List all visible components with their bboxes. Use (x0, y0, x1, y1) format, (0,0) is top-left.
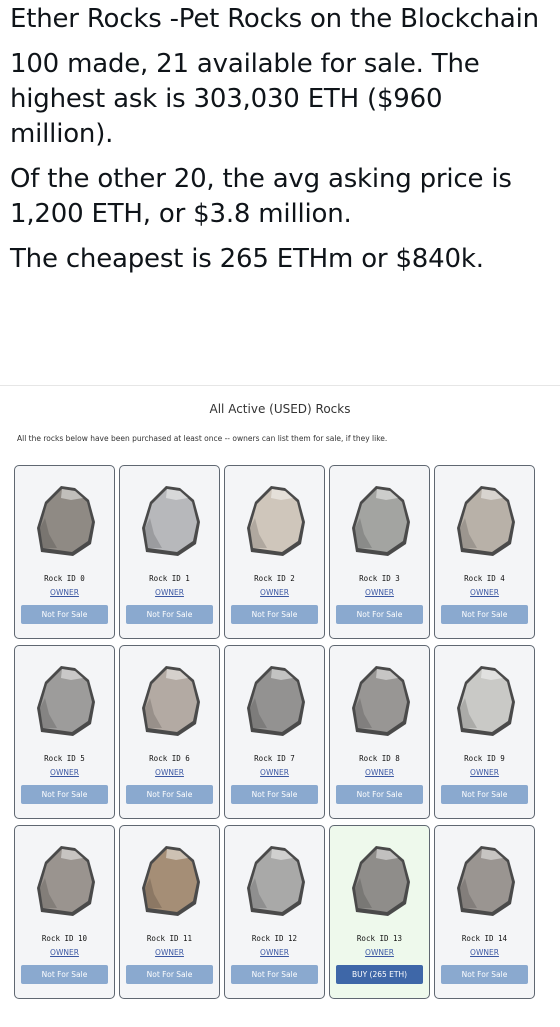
rock-id-label: Rock ID 7 (254, 754, 295, 763)
not-for-sale-button[interactable]: Not For Sale (336, 785, 423, 804)
not-for-sale-button[interactable]: Not For Sale (441, 785, 528, 804)
rock-icon (457, 846, 515, 916)
not-for-sale-button[interactable]: Not For Sale (126, 605, 213, 624)
owner-link[interactable]: OWNER (120, 768, 219, 777)
not-for-sale-button[interactable]: Not For Sale (441, 605, 528, 624)
not-for-sale-button[interactable]: Not For Sale (21, 785, 108, 804)
owner-link[interactable]: OWNER (330, 588, 429, 597)
tweet-body: Ether Rocks -Pet Rocks on the Blockchain… (0, 2, 560, 277)
owner-link[interactable]: OWNER (120, 948, 219, 957)
rock-icon (37, 666, 95, 736)
owner-link[interactable]: OWNER (15, 588, 114, 597)
rock-card[interactable]: Rock ID 12 OWNER Not For Sale (224, 825, 325, 999)
tweet-paragraph-2: Of the other 20, the avg asking price is… (10, 164, 512, 229)
rock-card[interactable]: Rock ID 11 OWNER Not For Sale (119, 825, 220, 999)
rock-card[interactable]: Rock ID 10 OWNER Not For Sale (14, 825, 115, 999)
tweet-paragraph-1: 100 made, 21 available for sale. The hig… (10, 49, 480, 149)
owner-link[interactable]: OWNER (435, 768, 534, 777)
rock-icon (142, 666, 200, 736)
rock-id-label: Rock ID 10 (41, 934, 88, 943)
rocks-page-subtitle: All the rocks below have been purchased … (17, 434, 388, 443)
owner-link[interactable]: OWNER (15, 948, 114, 957)
rock-card[interactable]: Rock ID 9 OWNER Not For Sale (434, 645, 535, 819)
owner-link[interactable]: OWNER (225, 948, 324, 957)
rock-card[interactable]: Rock ID 14 OWNER Not For Sale (434, 825, 535, 999)
rock-id-label: Rock ID 9 (464, 754, 505, 763)
rock-icon (352, 666, 410, 736)
rock-id-label: Rock ID 12 (251, 934, 298, 943)
rock-icon (142, 846, 200, 916)
not-for-sale-button[interactable]: Not For Sale (126, 965, 213, 984)
owner-link[interactable]: OWNER (330, 948, 429, 957)
buy-button[interactable]: BUY (265 ETH) (336, 965, 423, 984)
rocks-page-title: All Active (USED) Rocks (209, 402, 351, 416)
rock-card[interactable]: Rock ID 1 OWNER Not For Sale (119, 465, 220, 639)
not-for-sale-button[interactable]: Not For Sale (441, 965, 528, 984)
owner-link[interactable]: OWNER (225, 588, 324, 597)
rock-id-label: Rock ID 3 (359, 574, 400, 583)
rock-id-label: Rock ID 11 (146, 934, 193, 943)
not-for-sale-button[interactable]: Not For Sale (336, 605, 423, 624)
rock-icon (247, 666, 305, 736)
tweet-title: Ether Rocks -Pet Rocks on the Blockchain (10, 4, 539, 34)
owner-link[interactable]: OWNER (225, 768, 324, 777)
rock-icon (37, 846, 95, 916)
not-for-sale-button[interactable]: Not For Sale (126, 785, 213, 804)
rock-id-label: Rock ID 14 (461, 934, 508, 943)
rock-card[interactable]: Rock ID 2 OWNER Not For Sale (224, 465, 325, 639)
rock-grid: Rock ID 0 OWNER Not For Sale Rock ID 1 OWNER… (14, 465, 544, 999)
rock-icon (352, 846, 410, 916)
rock-card[interactable]: Rock ID 8 OWNER Not For Sale (329, 645, 430, 819)
rock-card[interactable]: Rock ID 5 OWNER Not For Sale (14, 645, 115, 819)
embedded-screenshot[interactable]: All Active (USED) Rocks All the rocks be… (0, 385, 560, 1027)
rock-card[interactable]: Rock ID 7 OWNER Not For Sale (224, 645, 325, 819)
rock-id-label: Rock ID 2 (254, 574, 295, 583)
rock-card[interactable]: Rock ID 4 OWNER Not For Sale (434, 465, 535, 639)
tweet-paragraph-3: The cheapest is 265 ETHm or $840k. (10, 244, 484, 274)
rock-id-label: Rock ID 5 (44, 754, 85, 763)
rock-id-label: Rock ID 0 (44, 574, 85, 583)
owner-link[interactable]: OWNER (435, 588, 534, 597)
rock-id-label: Rock ID 13 (356, 934, 403, 943)
rock-id-label: Rock ID 1 (149, 574, 190, 583)
owner-link[interactable]: OWNER (435, 948, 534, 957)
rock-icon (37, 486, 95, 556)
not-for-sale-button[interactable]: Not For Sale (231, 965, 318, 984)
rock-icon (352, 486, 410, 556)
rock-card[interactable]: Rock ID 0 OWNER Not For Sale (14, 465, 115, 639)
rock-icon (457, 486, 515, 556)
not-for-sale-button[interactable]: Not For Sale (231, 785, 318, 804)
rock-icon (142, 486, 200, 556)
rock-icon (247, 846, 305, 916)
owner-link[interactable]: OWNER (120, 588, 219, 597)
rock-id-label: Rock ID 8 (359, 754, 400, 763)
owner-link[interactable]: OWNER (15, 768, 114, 777)
not-for-sale-button[interactable]: Not For Sale (21, 965, 108, 984)
rock-id-label: Rock ID 6 (149, 754, 190, 763)
rock-card[interactable]: Rock ID 3 OWNER Not For Sale (329, 465, 430, 639)
owner-link[interactable]: OWNER (330, 768, 429, 777)
rock-card[interactable]: Rock ID 6 OWNER Not For Sale (119, 645, 220, 819)
not-for-sale-button[interactable]: Not For Sale (21, 605, 108, 624)
not-for-sale-button[interactable]: Not For Sale (231, 605, 318, 624)
rock-card[interactable]: Rock ID 13 OWNER BUY (265 ETH) (329, 825, 430, 999)
rock-id-label: Rock ID 4 (464, 574, 505, 583)
rock-icon (247, 486, 305, 556)
rock-icon (457, 666, 515, 736)
